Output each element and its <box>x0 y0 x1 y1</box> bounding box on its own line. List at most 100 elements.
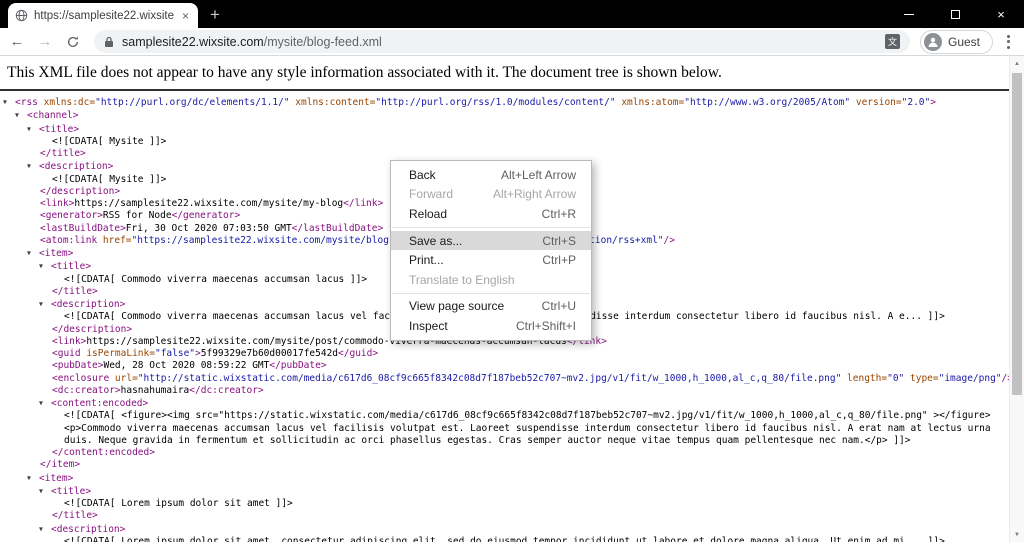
xml-token: <description> <box>51 299 126 310</box>
new-tab-button[interactable]: + <box>210 6 220 23</box>
xml-token: <title> <box>39 123 80 135</box>
context-menu-item-shortcut: Alt+Right Arrow <box>492 187 576 202</box>
guest-avatar-icon <box>923 32 942 51</box>
vertical-scrollbar[interactable]: ▲ ▼ <box>1009 56 1024 542</box>
xml-line: </title> <box>0 510 1004 522</box>
globe-icon <box>15 9 28 22</box>
xml-token: </description> <box>40 185 121 197</box>
back-button[interactable]: ← <box>6 31 28 53</box>
window-controls: × <box>886 0 1024 28</box>
context-menu-item[interactable]: Back Alt+Left Arrow <box>391 165 591 185</box>
collapse-arrow-icon[interactable]: ▼ <box>27 472 39 484</box>
xml-token: 5f99329e7b60d00017fe542d <box>200 348 339 359</box>
xml-token: length= <box>847 372 888 384</box>
context-menu-item[interactable]: Save as... Ctrl+S <box>391 230 591 251</box>
xml-line: <![CDATA[ Mysite ]]> <box>0 136 1004 148</box>
xml-line: <enclosure url="http://static.wixstatic.… <box>0 372 1013 385</box>
scrollbar-thumb[interactable] <box>1012 73 1022 395</box>
collapse-arrow-icon[interactable]: ▼ <box>39 397 51 409</box>
address-bar[interactable]: samplesite22.wixsite.com/mysite/blog-fee… <box>94 30 910 53</box>
lock-icon[interactable] <box>104 36 114 48</box>
forward-button[interactable]: → <box>34 31 56 53</box>
context-menu-item[interactable]: Print... Ctrl+P <box>391 250 591 270</box>
xml-token: xmlns:content= <box>295 97 376 108</box>
xml-line: duis. Neque gravida in fermentum et soll… <box>0 435 1004 447</box>
scroll-up-icon[interactable]: ▲ <box>1010 56 1024 71</box>
xml-line: </title> <box>0 148 1004 160</box>
scroll-down-icon[interactable]: ▼ <box>1010 527 1024 542</box>
xml-token: <link> <box>40 198 75 209</box>
xml-token: <dc:creator> <box>52 384 121 396</box>
reload-button[interactable] <box>62 31 84 53</box>
xml-token: <![CDATA[ Lorem ipsum dolor sit amet ]]> <box>64 498 293 509</box>
xml-token: "http://purl.org/rss/1.0/modules/content… <box>375 97 616 108</box>
xml-line: ▼ <description> <box>0 523 1004 536</box>
context-menu-item[interactable]: Reload Ctrl+R <box>391 204 591 224</box>
tab-close-icon[interactable]: × <box>180 10 191 22</box>
xml-token: </generator> <box>171 210 241 222</box>
xml-token: </link> <box>343 198 384 209</box>
context-menu-item[interactable]: View page source Ctrl+U <box>391 297 591 317</box>
browser-tab[interactable]: https://samplesite22.wixsite.com × <box>8 3 198 28</box>
xml-token: </guid> <box>338 348 379 359</box>
xml-token: <![CDATA[ Lorem ipsum dolor sit amet, co… <box>64 535 945 542</box>
xml-token: </content:encoded> <box>52 447 155 458</box>
xml-token: </title> <box>52 510 98 522</box>
xml-line: ▼ <item> <box>0 472 1004 485</box>
restore-icon <box>950 9 960 19</box>
xml-token: isPermaLink= <box>86 348 155 359</box>
url-text[interactable]: samplesite22.wixsite.com/mysite/blog-fee… <box>122 35 877 49</box>
context-menu-separator <box>392 226 590 228</box>
context-menu-item[interactable]: Translate to English <box>391 270 591 290</box>
collapse-arrow-icon[interactable]: ▼ <box>39 523 51 535</box>
collapse-arrow-icon[interactable]: ▼ <box>39 260 51 272</box>
url-domain: samplesite22.wixsite.com <box>122 34 264 49</box>
context-menu-item-label: Save as... <box>409 233 463 248</box>
xml-token: </dc:creator> <box>189 384 264 396</box>
xml-line: <guid isPermaLink="false">5f99329e7b60d0… <box>0 348 1004 360</box>
browser-menu-button[interactable] <box>999 34 1018 49</box>
context-menu-item[interactable]: Inspect Ctrl+Shift+I <box>391 316 591 336</box>
minimize-button[interactable] <box>886 0 932 28</box>
xml-token: "http://static.wixstatic.com/media/c617d… <box>137 372 842 384</box>
xml-token: xmlns:atom= <box>621 97 685 108</box>
xml-token: <![CDATA[ Mysite ]]> <box>52 135 167 147</box>
restore-button[interactable] <box>932 0 978 28</box>
context-menu-item[interactable]: Forward Alt+Right Arrow <box>391 185 591 205</box>
xml-token: <title> <box>51 485 92 497</box>
collapse-arrow-icon[interactable]: ▼ <box>27 123 39 135</box>
xml-token: </title> <box>52 285 98 297</box>
context-menu: Back Alt+Left Arrow Forward Alt+Right Arrow… <box>390 160 592 341</box>
profile-button[interactable]: Guest <box>919 29 993 54</box>
xml-line: <![CDATA[ Lorem ipsum dolor sit amet, co… <box>0 536 1004 542</box>
xml-token: <![CDATA[ Mysite ]]> <box>52 173 167 185</box>
context-menu-item-shortcut: Ctrl+Shift+I <box>515 318 576 333</box>
collapse-arrow-icon[interactable]: ▼ <box>27 160 39 172</box>
xml-token: hasnahumaira <box>120 384 190 396</box>
xml-line: <![CDATA[ <figure><img src="https://stat… <box>0 410 1004 422</box>
close-window-button[interactable]: × <box>978 0 1024 28</box>
collapse-arrow-icon[interactable]: ▼ <box>3 96 15 108</box>
collapse-arrow-icon[interactable]: ▼ <box>27 247 39 259</box>
context-menu-item-shortcut: Ctrl+P <box>542 253 576 268</box>
xml-token: xmlns:dc= <box>43 97 96 108</box>
xml-token: <![CDATA[ Commodo viverra maecenas accum… <box>64 273 368 285</box>
xml-token: <title> <box>51 261 92 273</box>
xml-line: <pubDate>Wed, 28 Oct 2020 08:59:22 GMT</… <box>0 360 1004 372</box>
collapse-arrow-icon[interactable]: ▼ <box>15 109 27 121</box>
xml-token: <p>Commodo viverra maecenas accumsan lac… <box>64 422 991 434</box>
translate-icon[interactable]: 文 <box>884 34 900 49</box>
collapse-arrow-icon[interactable]: ▼ <box>39 485 51 497</box>
xml-token: </pubDate> <box>269 360 327 372</box>
context-menu-item-shortcut: Alt+Left Arrow <box>500 167 576 182</box>
xml-notice: This XML file does not appear to have an… <box>7 64 722 81</box>
xml-token: <guid <box>52 348 87 359</box>
context-menu-item-shortcut: Ctrl+R <box>541 206 576 221</box>
xml-token: href= <box>102 234 132 246</box>
xml-line: ▼ <rss xmlns:dc="http://purl.org/dc/eleme… <box>0 96 1004 109</box>
xml-line: ▼ <content:encoded> <box>0 397 1004 410</box>
xml-token: <pubDate> <box>52 360 104 372</box>
xml-token: <lastBuildDate> <box>40 222 126 234</box>
xml-token: </description> <box>52 323 133 335</box>
collapse-arrow-icon[interactable]: ▼ <box>39 298 51 310</box>
